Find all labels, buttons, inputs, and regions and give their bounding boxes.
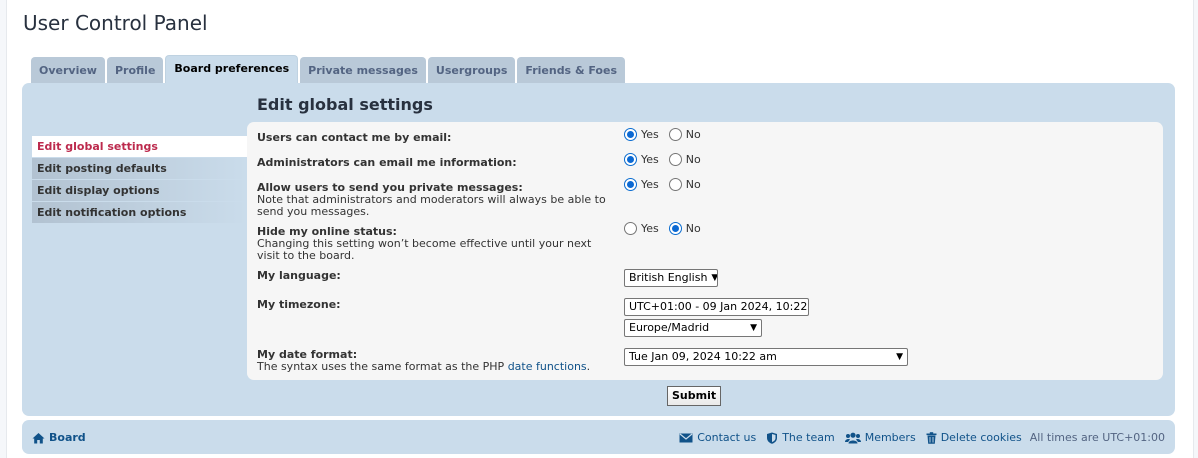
date-format-select[interactable]: Tue Jan 09, 2024 10:22 am ▼ bbox=[624, 348, 908, 366]
setting-label: Users can contact me by email: bbox=[257, 131, 452, 144]
radio-pm-no[interactable] bbox=[668, 178, 682, 191]
radio-label: Yes bbox=[641, 222, 659, 235]
ucp-panel: Edit global settings Edit posting defaul… bbox=[22, 83, 1175, 416]
tab-private-messages[interactable]: Private messages bbox=[300, 57, 426, 84]
radio-label: No bbox=[685, 128, 701, 141]
page-title: User Control Panel bbox=[23, 11, 208, 35]
date-functions-link[interactable]: date functions bbox=[508, 360, 587, 373]
sidebar-item-posting-defaults[interactable]: Edit posting defaults bbox=[32, 158, 247, 179]
tab-friends-foes[interactable]: Friends & Foes bbox=[517, 57, 625, 84]
tab-profile[interactable]: Profile bbox=[106, 57, 164, 84]
radio-group-email: Yes No bbox=[624, 128, 707, 141]
tab-usergroups[interactable]: Usergroups bbox=[427, 57, 516, 84]
radio-admin-email-yes[interactable] bbox=[624, 153, 637, 166]
select-value: Tue Jan 09, 2024 10:22 am bbox=[629, 350, 777, 363]
footer-links: Contact us The team Members Delete cooki… bbox=[679, 431, 1165, 444]
setting-label: My language: bbox=[257, 269, 341, 282]
radio-label: Yes bbox=[641, 128, 659, 141]
members-link[interactable]: Members bbox=[865, 431, 916, 444]
radio-label: No bbox=[685, 178, 701, 191]
ucp-tabs: Overview Profile Board preferences Priva… bbox=[31, 55, 625, 84]
radio-email-no[interactable] bbox=[668, 128, 682, 141]
sidebar-item-global-settings[interactable]: Edit global settings bbox=[32, 136, 247, 157]
radio-online-yes[interactable] bbox=[624, 222, 637, 235]
chevron-down-icon: ▼ bbox=[711, 273, 718, 283]
setting-label: Administrators can email me information: bbox=[257, 156, 517, 169]
chevron-down-icon: ▼ bbox=[896, 352, 903, 362]
select-value: Europe/Madrid bbox=[629, 321, 710, 334]
setting-description: The syntax uses the same format as the P… bbox=[257, 360, 591, 373]
envelope-icon bbox=[679, 433, 693, 442]
setting-description: Note that administrators and moderators … bbox=[257, 193, 606, 218]
section-title: Edit global settings bbox=[257, 95, 433, 114]
home-icon bbox=[32, 432, 45, 443]
the-team-link[interactable]: The team bbox=[782, 431, 835, 444]
select-value: British English bbox=[629, 271, 708, 284]
tab-board-preferences[interactable]: Board preferences bbox=[165, 55, 299, 84]
delete-cookies-link[interactable]: Delete cookies bbox=[941, 431, 1022, 444]
submit-button[interactable]: Submit bbox=[667, 386, 722, 406]
radio-email-yes[interactable] bbox=[624, 128, 637, 141]
trash-icon bbox=[926, 431, 937, 444]
chevron-down-icon: ▼ bbox=[750, 323, 757, 333]
shield-icon bbox=[767, 432, 778, 444]
footer-board-label: Board bbox=[49, 431, 86, 444]
radio-group-online-status: Yes No bbox=[624, 222, 707, 235]
footer-navbar: Board Contact us The team Members Delete… bbox=[22, 420, 1175, 454]
radio-group-private-messages: Yes No bbox=[624, 178, 707, 191]
radio-pm-yes[interactable] bbox=[624, 178, 637, 191]
sidebar-item-notification-options[interactable]: Edit notification options bbox=[32, 202, 247, 223]
settings-form: Users can contact me by email: Yes No Ad… bbox=[247, 122, 1163, 380]
radio-label: No bbox=[685, 153, 701, 166]
radio-online-no[interactable] bbox=[668, 222, 682, 235]
setting-label: My timezone: bbox=[257, 298, 341, 311]
sidebar-menu: Edit global settings Edit posting defaul… bbox=[32, 136, 247, 224]
footer-board-link[interactable]: Board bbox=[32, 431, 86, 444]
page-wrapper: User Control Panel Overview Profile Boar… bbox=[6, 0, 1194, 458]
sidebar-item-display-options[interactable]: Edit display options bbox=[32, 180, 247, 201]
radio-label: Yes bbox=[641, 153, 659, 166]
setting-description: Changing this setting won’t become effec… bbox=[257, 237, 592, 262]
timezone-note: All times are UTC+01:00 bbox=[1029, 431, 1165, 444]
radio-group-admin-email: Yes No bbox=[624, 153, 707, 166]
contact-us-link[interactable]: Contact us bbox=[697, 431, 756, 444]
language-select[interactable]: British English ▼ bbox=[624, 269, 718, 287]
radio-label: Yes bbox=[641, 178, 659, 191]
timezone-date-select[interactable]: UTC+01:00 - 09 Jan 2024, 10:22▼ bbox=[624, 298, 809, 316]
users-icon bbox=[844, 432, 861, 443]
select-value: UTC+01:00 - 09 Jan 2024, 10:22 bbox=[629, 300, 808, 313]
radio-label: No bbox=[685, 222, 701, 235]
timezone-select[interactable]: Europe/Madrid ▼ bbox=[624, 319, 762, 337]
tab-overview[interactable]: Overview bbox=[31, 57, 105, 84]
radio-admin-email-no[interactable] bbox=[668, 153, 682, 166]
